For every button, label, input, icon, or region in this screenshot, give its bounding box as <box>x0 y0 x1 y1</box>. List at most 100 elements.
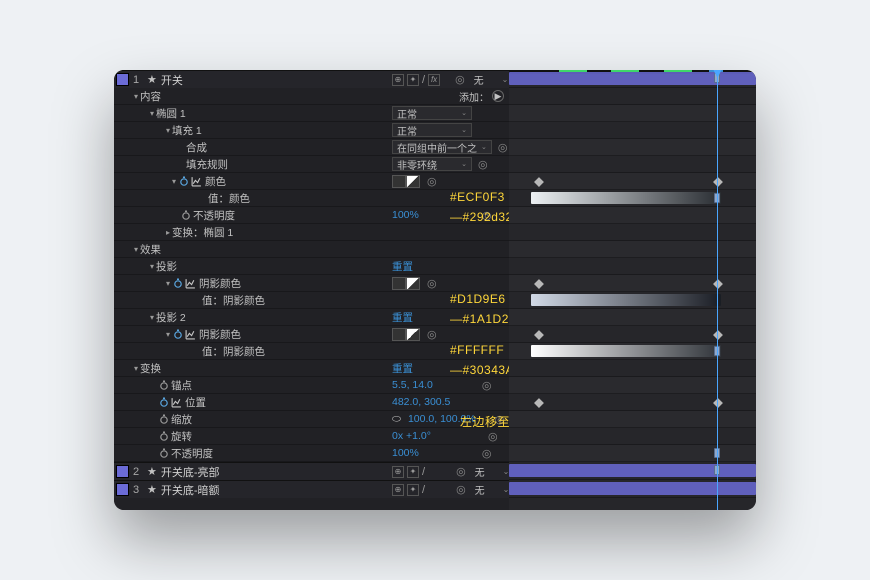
row-anchor[interactable]: 锚点 5.5, 14.0 ◎ <box>114 377 509 394</box>
layer-color-chip[interactable] <box>116 465 129 478</box>
layer-switches[interactable]: ⊕✦/ <box>392 466 425 478</box>
blend-mode-dropdown[interactable]: 无⌄ <box>475 482 510 497</box>
stopwatch-icon[interactable] <box>172 329 183 340</box>
color-swatches[interactable] <box>392 328 420 341</box>
spiral-icon[interactable]: ◎ <box>498 141 508 154</box>
stopwatch-icon[interactable] <box>172 278 183 289</box>
twirl-icon[interactable]: ▾ <box>132 92 140 101</box>
layer-row-2[interactable]: 2 ★ 开关底-亮部 ⊕✦/ ◎ 无⌄ <box>114 462 509 480</box>
value-bar-row[interactable] <box>509 292 756 309</box>
color-swatch-light[interactable] <box>406 277 420 290</box>
row-ellipse[interactable]: ▾ 椭圆 1 正常⌄ <box>114 105 509 122</box>
graph-icon[interactable] <box>185 278 196 289</box>
layer-color-chip[interactable] <box>116 483 129 496</box>
keyframe-row-position[interactable] <box>509 394 756 411</box>
graph-icon[interactable] <box>171 397 182 408</box>
row-shadowcolor1[interactable]: ▾ 阴影颜色 ◎ <box>114 275 509 292</box>
keyframe-icon[interactable] <box>534 177 544 187</box>
reset-link[interactable]: 重置 <box>392 259 413 274</box>
color-swatch-dark[interactable] <box>392 328 406 341</box>
color-swatch-light[interactable] <box>406 175 420 188</box>
timeline-layer-bar-row[interactable] <box>509 480 756 498</box>
anchor-value[interactable]: 5.5, 14.0 <box>392 379 433 391</box>
spiral-icon[interactable]: ◎ <box>482 209 492 222</box>
spiral-icon[interactable]: ◎ <box>456 465 466 478</box>
blend-dropdown[interactable]: 正常⌄ <box>392 123 472 137</box>
color-swatches[interactable] <box>392 277 420 290</box>
layer-name[interactable]: 开关底-亮部 <box>161 464 220 480</box>
row-transform[interactable]: ▾ 变换 重置 <box>114 360 509 377</box>
row-scale[interactable]: 缩放 ⬭ 100.0, 100.0% ◎ <box>114 411 509 428</box>
keyframe-row-color[interactable] <box>509 173 756 190</box>
opacity-value[interactable]: 100% <box>392 209 419 221</box>
color-swatch-light[interactable] <box>406 328 420 341</box>
stopwatch-icon[interactable] <box>158 448 169 459</box>
value-bar-row[interactable] <box>509 343 756 360</box>
row-valcolor[interactable]: 值：颜色 <box>114 190 509 207</box>
spiral-icon[interactable]: ◎ <box>427 175 437 188</box>
row-content[interactable]: ▾ 内容 添加： ▶ <box>114 88 509 105</box>
timeline-area[interactable] <box>509 70 756 510</box>
spiral-icon[interactable]: ◎ <box>456 483 466 496</box>
row-opacity[interactable]: 不透明度 100% ◎ <box>114 207 509 224</box>
layer-switches[interactable]: ⊕✦/ <box>392 484 425 496</box>
layer-row-3[interactable]: 3 ★ 开关底-暗额 ⊕✦/ ◎ 无⌄ <box>114 480 509 498</box>
keyframe-icon[interactable] <box>534 398 544 408</box>
spiral-icon[interactable]: ◎ <box>478 158 488 171</box>
stopwatch-icon[interactable] <box>158 431 169 442</box>
layer-name[interactable]: 开关 <box>161 72 183 88</box>
position-value[interactable]: 482.0, 300.5 <box>392 396 450 408</box>
playhead[interactable] <box>717 70 718 510</box>
row-rotation[interactable]: 旋转 0x +1.0° ◎ <box>114 428 509 445</box>
keyframe-icon[interactable] <box>534 279 544 289</box>
twirl-icon[interactable]: ▸ <box>164 228 172 237</box>
layer-duration-bar[interactable] <box>509 482 756 495</box>
row-dropshadow2[interactable]: ▾ 投影 2 重置 <box>114 309 509 326</box>
opacity-value[interactable]: 100% <box>392 447 419 459</box>
graph-icon[interactable] <box>185 329 196 340</box>
scale-value[interactable]: 100.0, 100.0% <box>408 413 476 425</box>
color-swatch-dark[interactable] <box>392 175 406 188</box>
fillrule-dropdown[interactable]: 非零环绕⌄ <box>392 157 472 171</box>
reset-link[interactable]: 重置 <box>392 361 413 376</box>
spiral-icon[interactable]: ◎ <box>488 430 498 443</box>
spiral-icon[interactable]: ◎ <box>455 73 465 86</box>
link-icon[interactable]: ⬭ <box>392 413 401 426</box>
keyframe-row-shadow1[interactable] <box>509 275 756 292</box>
row-position[interactable]: 位置 482.0, 300.5 <box>114 394 509 411</box>
spiral-icon[interactable]: ◎ <box>427 277 437 290</box>
stopwatch-icon[interactable] <box>158 414 169 425</box>
stopwatch-icon[interactable] <box>180 210 191 221</box>
spiral-icon[interactable]: ◎ <box>427 328 437 341</box>
layer-row-1[interactable]: 1 ★ 开关 ⊕ ✦ / fx ◎ 无 ⌄ <box>114 70 509 88</box>
stopwatch-icon[interactable] <box>158 397 169 408</box>
twirl-icon[interactable]: ▾ <box>148 262 156 271</box>
row-opacity2[interactable]: 不透明度 100% ◎ <box>114 445 509 462</box>
twirl-icon[interactable]: ▾ <box>164 330 172 339</box>
row-shadowcolor2[interactable]: ▾ 阴影颜色 ◎ <box>114 326 509 343</box>
row-fill1[interactable]: ▾ 填充 1 正常⌄ <box>114 122 509 139</box>
value-bar-row[interactable] <box>509 190 756 207</box>
blend-dropdown[interactable]: 正常⌄ <box>392 106 472 120</box>
row-composite[interactable]: 合成 在同组中前一个之⌄ ◎ <box>114 139 509 156</box>
rotation-value[interactable]: 0x +1.0° <box>392 430 431 442</box>
reset-link[interactable]: 重置 <box>392 310 413 325</box>
spiral-icon[interactable]: ◎ <box>495 413 505 426</box>
blend-mode-dropdown[interactable]: 无 ⌄ <box>474 72 509 87</box>
stopwatch-icon[interactable] <box>178 176 189 187</box>
composite-dropdown[interactable]: 在同组中前一个之⌄ <box>392 140 492 154</box>
graph-icon[interactable] <box>191 176 202 187</box>
blend-mode-dropdown[interactable]: 无⌄ <box>475 464 510 479</box>
twirl-icon[interactable]: ▾ <box>132 245 140 254</box>
row-transform-ellipse[interactable]: ▸ 变换：椭圆 1 <box>114 224 509 241</box>
color-swatch-dark[interactable] <box>392 277 406 290</box>
add-button[interactable]: ▶ <box>492 90 504 102</box>
spiral-icon[interactable]: ◎ <box>482 447 492 460</box>
layer-color-chip[interactable] <box>116 73 129 86</box>
row-valshadowcolor2[interactable]: 值：阴影颜色 <box>114 343 509 360</box>
keyframe-icon[interactable] <box>534 330 544 340</box>
stopwatch-icon[interactable] <box>158 380 169 391</box>
twirl-icon[interactable]: ▾ <box>148 313 156 322</box>
twirl-icon[interactable]: ▾ <box>164 279 172 288</box>
layer-name[interactable]: 开关底-暗额 <box>161 482 220 498</box>
